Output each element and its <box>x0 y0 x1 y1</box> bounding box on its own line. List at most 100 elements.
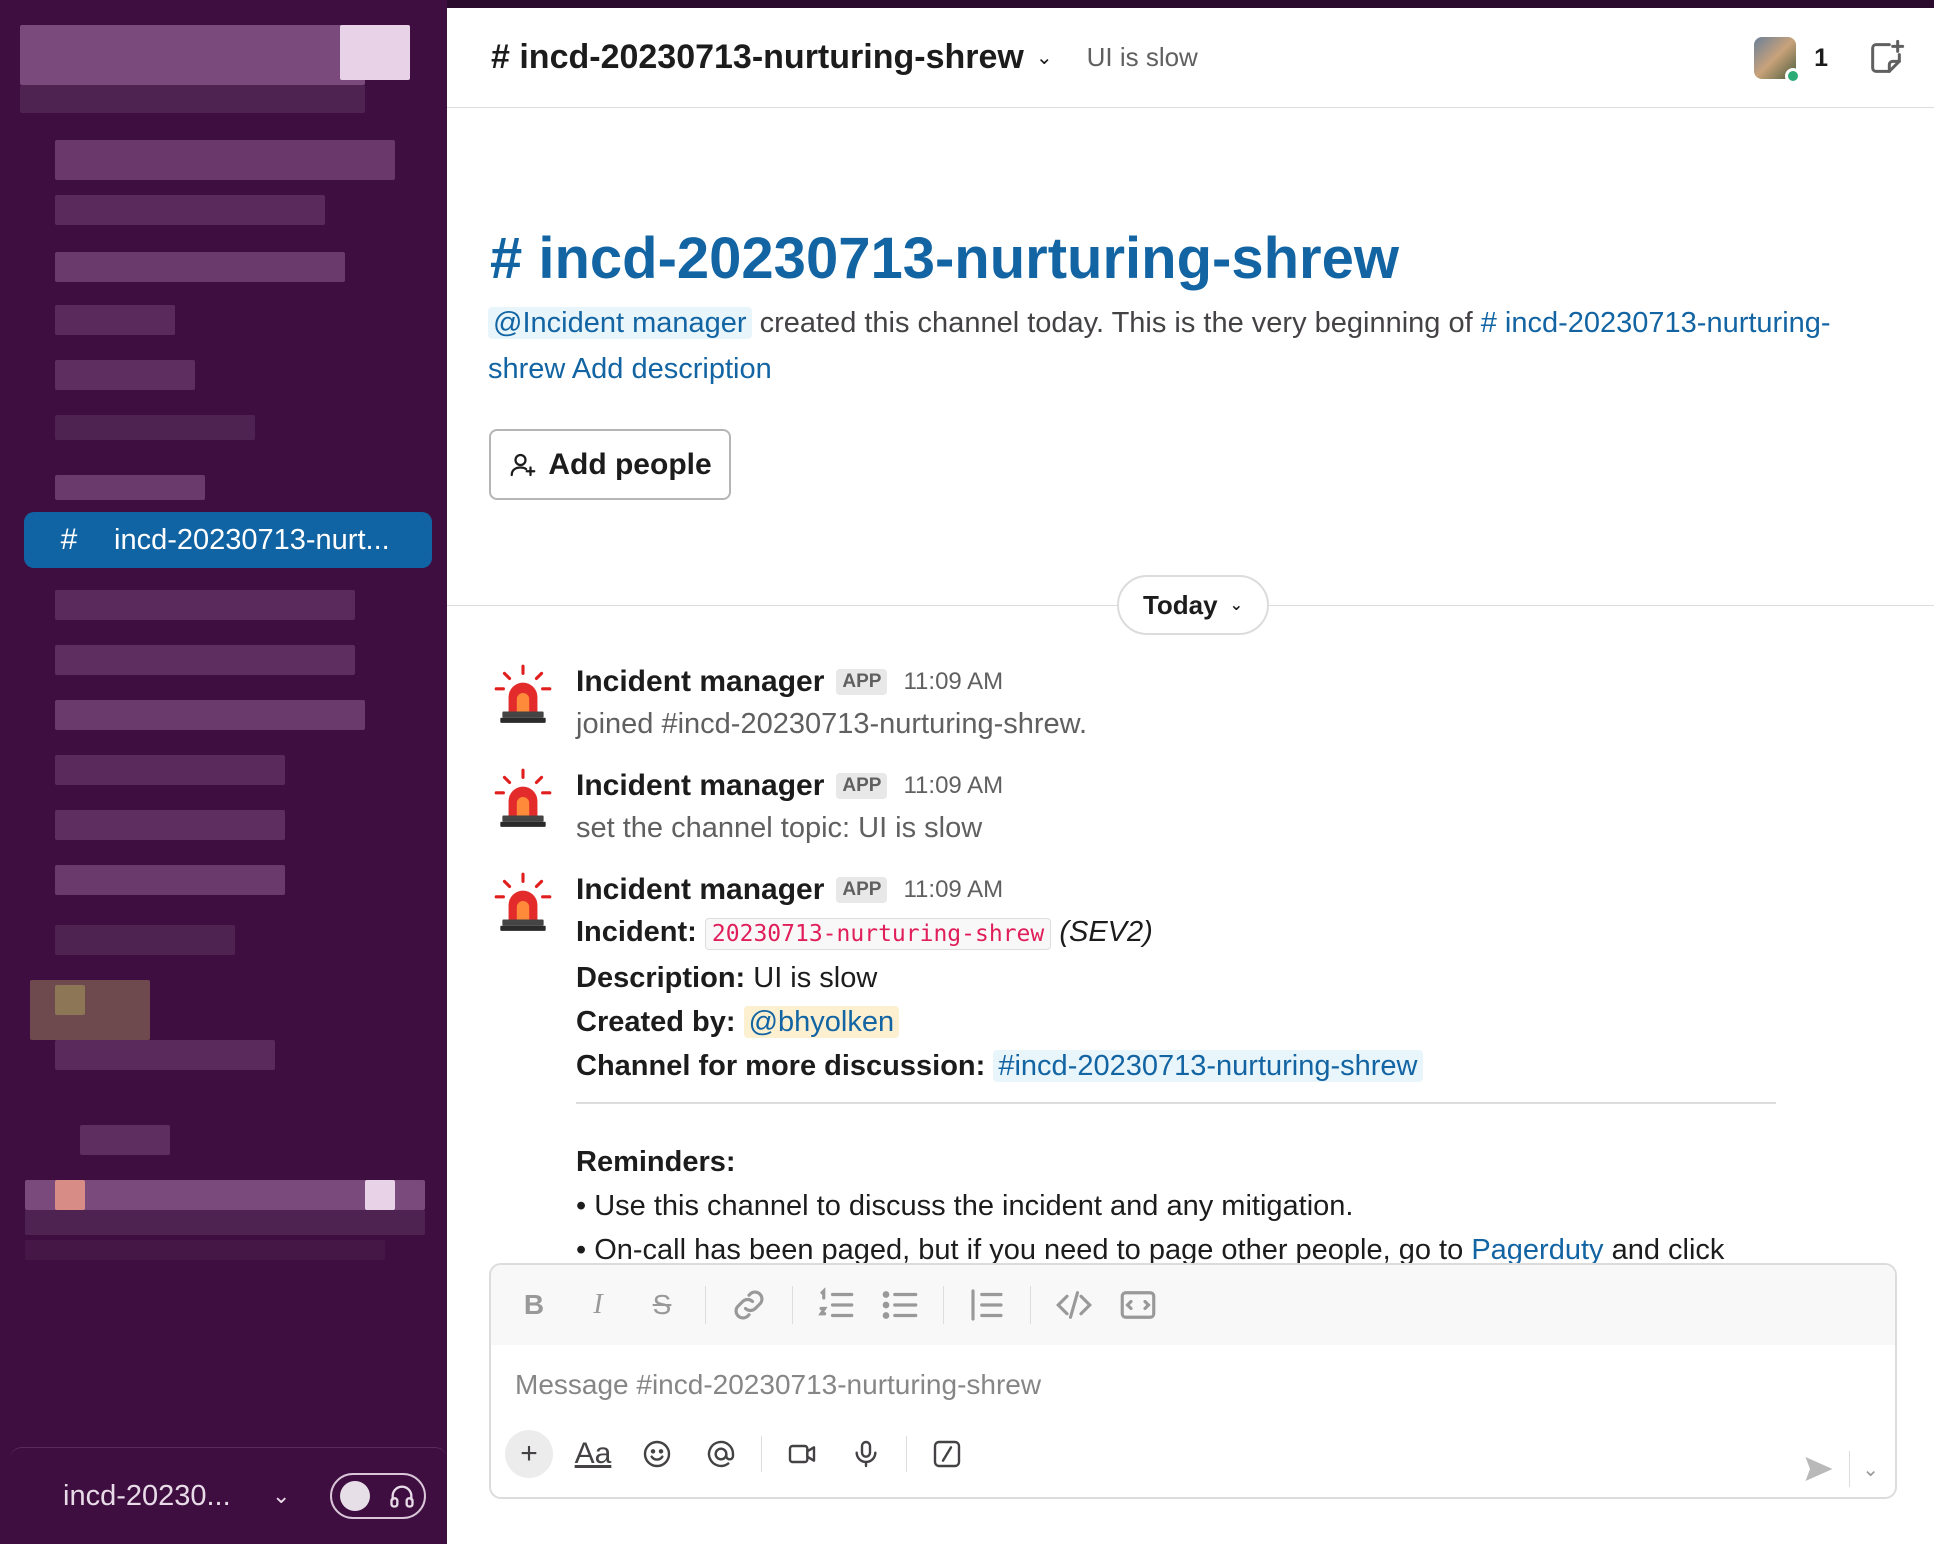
siren-icon[interactable] <box>490 766 556 832</box>
header-actions: 1 <box>1754 8 1934 108</box>
pagerduty-link[interactable]: Pagerduty <box>1471 1234 1603 1266</box>
blurred-sidebar-block <box>55 810 285 840</box>
send-area: ⌄ <box>1801 1451 1879 1487</box>
message-text: set the channel topic: UI is slow <box>576 812 983 844</box>
send-icon[interactable] <box>1801 1451 1837 1487</box>
mention-icon[interactable] <box>697 1430 745 1478</box>
message-divider <box>576 1102 1776 1104</box>
blurred-sidebar-block <box>55 252 345 282</box>
channel-header: # incd-20230713-nurturing-shrew ⌄ UI is … <box>447 8 1934 108</box>
reminder-text: • On-call has been paged, but if you nee… <box>576 1234 1472 1266</box>
channel-intro-text: @Incident manager created this channel t… <box>488 300 1888 392</box>
date-divider-button[interactable]: Today ⌄ <box>1117 575 1269 635</box>
created-by-label: Created by: <box>576 1006 736 1038</box>
reminders-heading: Reminders: <box>576 1140 1876 1184</box>
member-avatar[interactable] <box>1754 37 1802 84</box>
creator-mention[interactable]: @Incident manager <box>488 307 752 339</box>
blurred-sidebar-block <box>80 1125 170 1155</box>
presence-dot <box>1785 68 1802 84</box>
intro-text-middle: created this channel today. This is the … <box>751 307 1481 339</box>
app-badge: APP <box>836 669 888 695</box>
channel-title: # incd-20230713-nurturing-shrew <box>491 38 1024 76</box>
incident-line: Incident: 20230713-nurturing-shrew (SEV2… <box>576 910 1876 956</box>
italic-icon[interactable]: I <box>577 1284 619 1326</box>
code-icon[interactable] <box>1053 1284 1095 1326</box>
blurred-sidebar-block <box>55 590 355 620</box>
actions-separator <box>906 1436 907 1472</box>
canvas-icon[interactable] <box>1866 38 1906 78</box>
blurred-sidebar-block <box>365 1180 395 1210</box>
incident-code: 20230713-nurturing-shrew <box>704 918 1052 950</box>
bulleted-list-icon[interactable] <box>879 1284 921 1326</box>
siren-icon[interactable] <box>490 870 556 936</box>
video-icon[interactable] <box>778 1430 826 1478</box>
chevron-down-icon: ⌄ <box>1035 47 1053 69</box>
blurred-sidebar-block <box>55 700 365 730</box>
channel-intro-title: # incd-20230713-nurturing-shrew <box>490 226 1399 291</box>
send-separator <box>1849 1451 1851 1487</box>
add-description-link[interactable]: Add description <box>572 353 772 385</box>
blurred-sidebar-block <box>55 865 285 895</box>
schedule-chevron-icon[interactable]: ⌄ <box>1862 1457 1879 1482</box>
channel-name-button[interactable]: # incd-20230713-nurturing-shrew ⌄ <box>491 38 1053 77</box>
headphones-icon <box>390 1485 415 1508</box>
sidebar-item-selected-channel[interactable]: # incd-20230713-nurt... <box>24 512 432 568</box>
blurred-sidebar-block <box>55 305 175 335</box>
message-timestamp[interactable]: 11:09 AM <box>903 876 1003 904</box>
blurred-sidebar-block <box>55 195 325 225</box>
ordered-list-icon[interactable] <box>815 1284 857 1326</box>
blurred-sidebar-block <box>55 415 255 440</box>
message-input[interactable]: Message #incd-20230713-nurturing-shrew <box>491 1345 1895 1425</box>
channel-line: Channel for more discussion: #incd-20230… <box>576 1044 1876 1088</box>
bold-icon[interactable]: B <box>513 1284 555 1326</box>
date-divider-label: Today <box>1142 589 1218 620</box>
user-mention[interactable]: @bhyolken <box>743 1006 900 1038</box>
composer-actions: + Aa <box>505 1423 1895 1485</box>
blurred-sidebar-block <box>55 140 395 180</box>
blurred-sidebar-block <box>55 925 235 955</box>
huddle-toggle[interactable] <box>330 1473 427 1519</box>
description-value: UI is slow <box>753 962 878 994</box>
siren-icon[interactable] <box>490 662 556 728</box>
toolbar-separator <box>705 1286 706 1324</box>
toggle-knob <box>340 1481 371 1511</box>
reminders-label: Reminders: <box>576 1146 736 1178</box>
reminder-item: • Use this channel to discuss the incide… <box>576 1190 1354 1222</box>
microphone-icon[interactable] <box>842 1430 890 1478</box>
created-by-line: Created by: @bhyolken <box>576 1000 1876 1044</box>
add-people-label: Add people <box>548 447 712 481</box>
slash-command-icon[interactable] <box>923 1430 971 1478</box>
toolbar-separator <box>1030 1286 1031 1324</box>
message-timestamp[interactable]: 11:09 AM <box>903 772 1003 800</box>
message-sender[interactable]: Incident manager <box>576 665 824 699</box>
app-badge: APP <box>836 877 888 903</box>
link-icon[interactable] <box>728 1284 770 1326</box>
chevron-down-icon[interactable]: ⌄ <box>272 1483 290 1509</box>
toolbar-separator <box>792 1286 793 1324</box>
message-sender[interactable]: Incident manager <box>576 769 824 803</box>
blurred-sidebar-block <box>55 1040 275 1070</box>
member-count[interactable]: 1 <box>1814 44 1828 73</box>
blockquote-icon[interactable] <box>966 1284 1008 1326</box>
blurred-sidebar-block <box>55 475 205 500</box>
message-composer: B I S Message #incd-20230713-nurturing-s… <box>489 1263 1897 1499</box>
huddle-channel-label[interactable]: incd-20230... <box>63 1480 248 1513</box>
channel-topic[interactable]: UI is slow <box>1087 42 1198 73</box>
emoji-icon[interactable] <box>633 1430 681 1478</box>
formatting-toolbar: B I S <box>491 1265 1895 1345</box>
channel-label: Channel for more discussion: <box>576 1050 986 1082</box>
message-timestamp[interactable]: 11:09 AM <box>903 668 1003 696</box>
actions-separator <box>761 1436 762 1472</box>
strikethrough-icon[interactable]: S <box>641 1284 683 1326</box>
blurred-sidebar-block <box>55 645 355 675</box>
message-sender[interactable]: Incident manager <box>576 873 824 907</box>
description-label: Description: <box>576 962 746 994</box>
add-people-button[interactable]: Add people <box>489 429 731 500</box>
incident-severity: (SEV2) <box>1059 916 1153 948</box>
channel-mention[interactable]: #incd-20230713-nurturing-shrew <box>993 1050 1423 1082</box>
format-toggle-button[interactable]: Aa <box>569 1430 617 1478</box>
plus-icon[interactable]: + <box>505 1430 553 1478</box>
blurred-sidebar-block <box>20 85 365 113</box>
code-block-icon[interactable] <box>1117 1284 1159 1326</box>
message-text: joined #incd-20230713-nurturing-shrew. <box>576 708 1088 740</box>
